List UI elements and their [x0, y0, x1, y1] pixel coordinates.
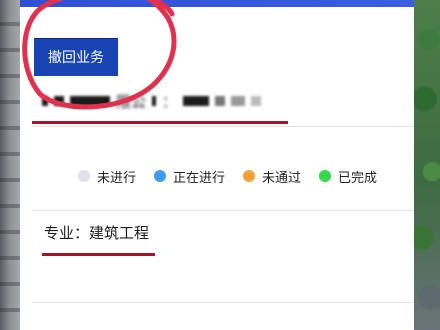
- legend-label: 未通过: [262, 170, 302, 186]
- status-dot-icon: [154, 170, 167, 182]
- status-dot-icon: [243, 170, 256, 182]
- legend-item-not-started: 未进行: [78, 167, 136, 186]
- obscured-text: 限公: [116, 92, 147, 111]
- redaction-mark: [251, 96, 262, 106]
- status-dot-icon: [78, 170, 90, 182]
- redaction-mark: [70, 96, 110, 106]
- redaction-mark: [215, 96, 226, 106]
- redaction-mark: [152, 96, 157, 106]
- section-underline: [32, 121, 288, 124]
- status-legend: 未进行 正在进行 未通过 已完成: [78, 166, 395, 186]
- status-dot-icon: [319, 170, 332, 182]
- legend-label: 未进行: [97, 170, 137, 186]
- divider: [32, 210, 414, 211]
- legend-item-rejected: 未通过: [243, 167, 301, 186]
- withdraw-business-button[interactable]: 撤回业务: [34, 38, 118, 76]
- major-value: 建筑工程: [89, 223, 150, 242]
- legend-item-in-progress: 正在进行: [154, 167, 225, 186]
- redaction-mark: [183, 96, 210, 106]
- redaction-mark: [54, 96, 64, 106]
- background-trees-right: [414, 0, 440, 330]
- redaction-mark: [42, 96, 48, 106]
- obscured-text: ：: [162, 92, 178, 111]
- redaction-mark: [231, 96, 246, 106]
- divider: [32, 126, 414, 127]
- background-building-left: [0, 0, 20, 330]
- major-row: 专业： 建筑工程: [44, 220, 149, 244]
- major-label: 专业：: [44, 223, 90, 242]
- obscured-company-info: 限公 ：: [42, 90, 282, 112]
- major-underline: [42, 253, 155, 256]
- top-status-strip: [20, 0, 414, 7]
- legend-label: 正在进行: [173, 170, 226, 186]
- legend-item-completed: 已完成: [319, 167, 377, 186]
- divider: [32, 302, 414, 303]
- legend-label: 已完成: [338, 170, 378, 186]
- app-screen: 撤回业务 限公 ： 未进行 正在进行 未通过 已完成 专业： 建筑工程: [20, 0, 414, 330]
